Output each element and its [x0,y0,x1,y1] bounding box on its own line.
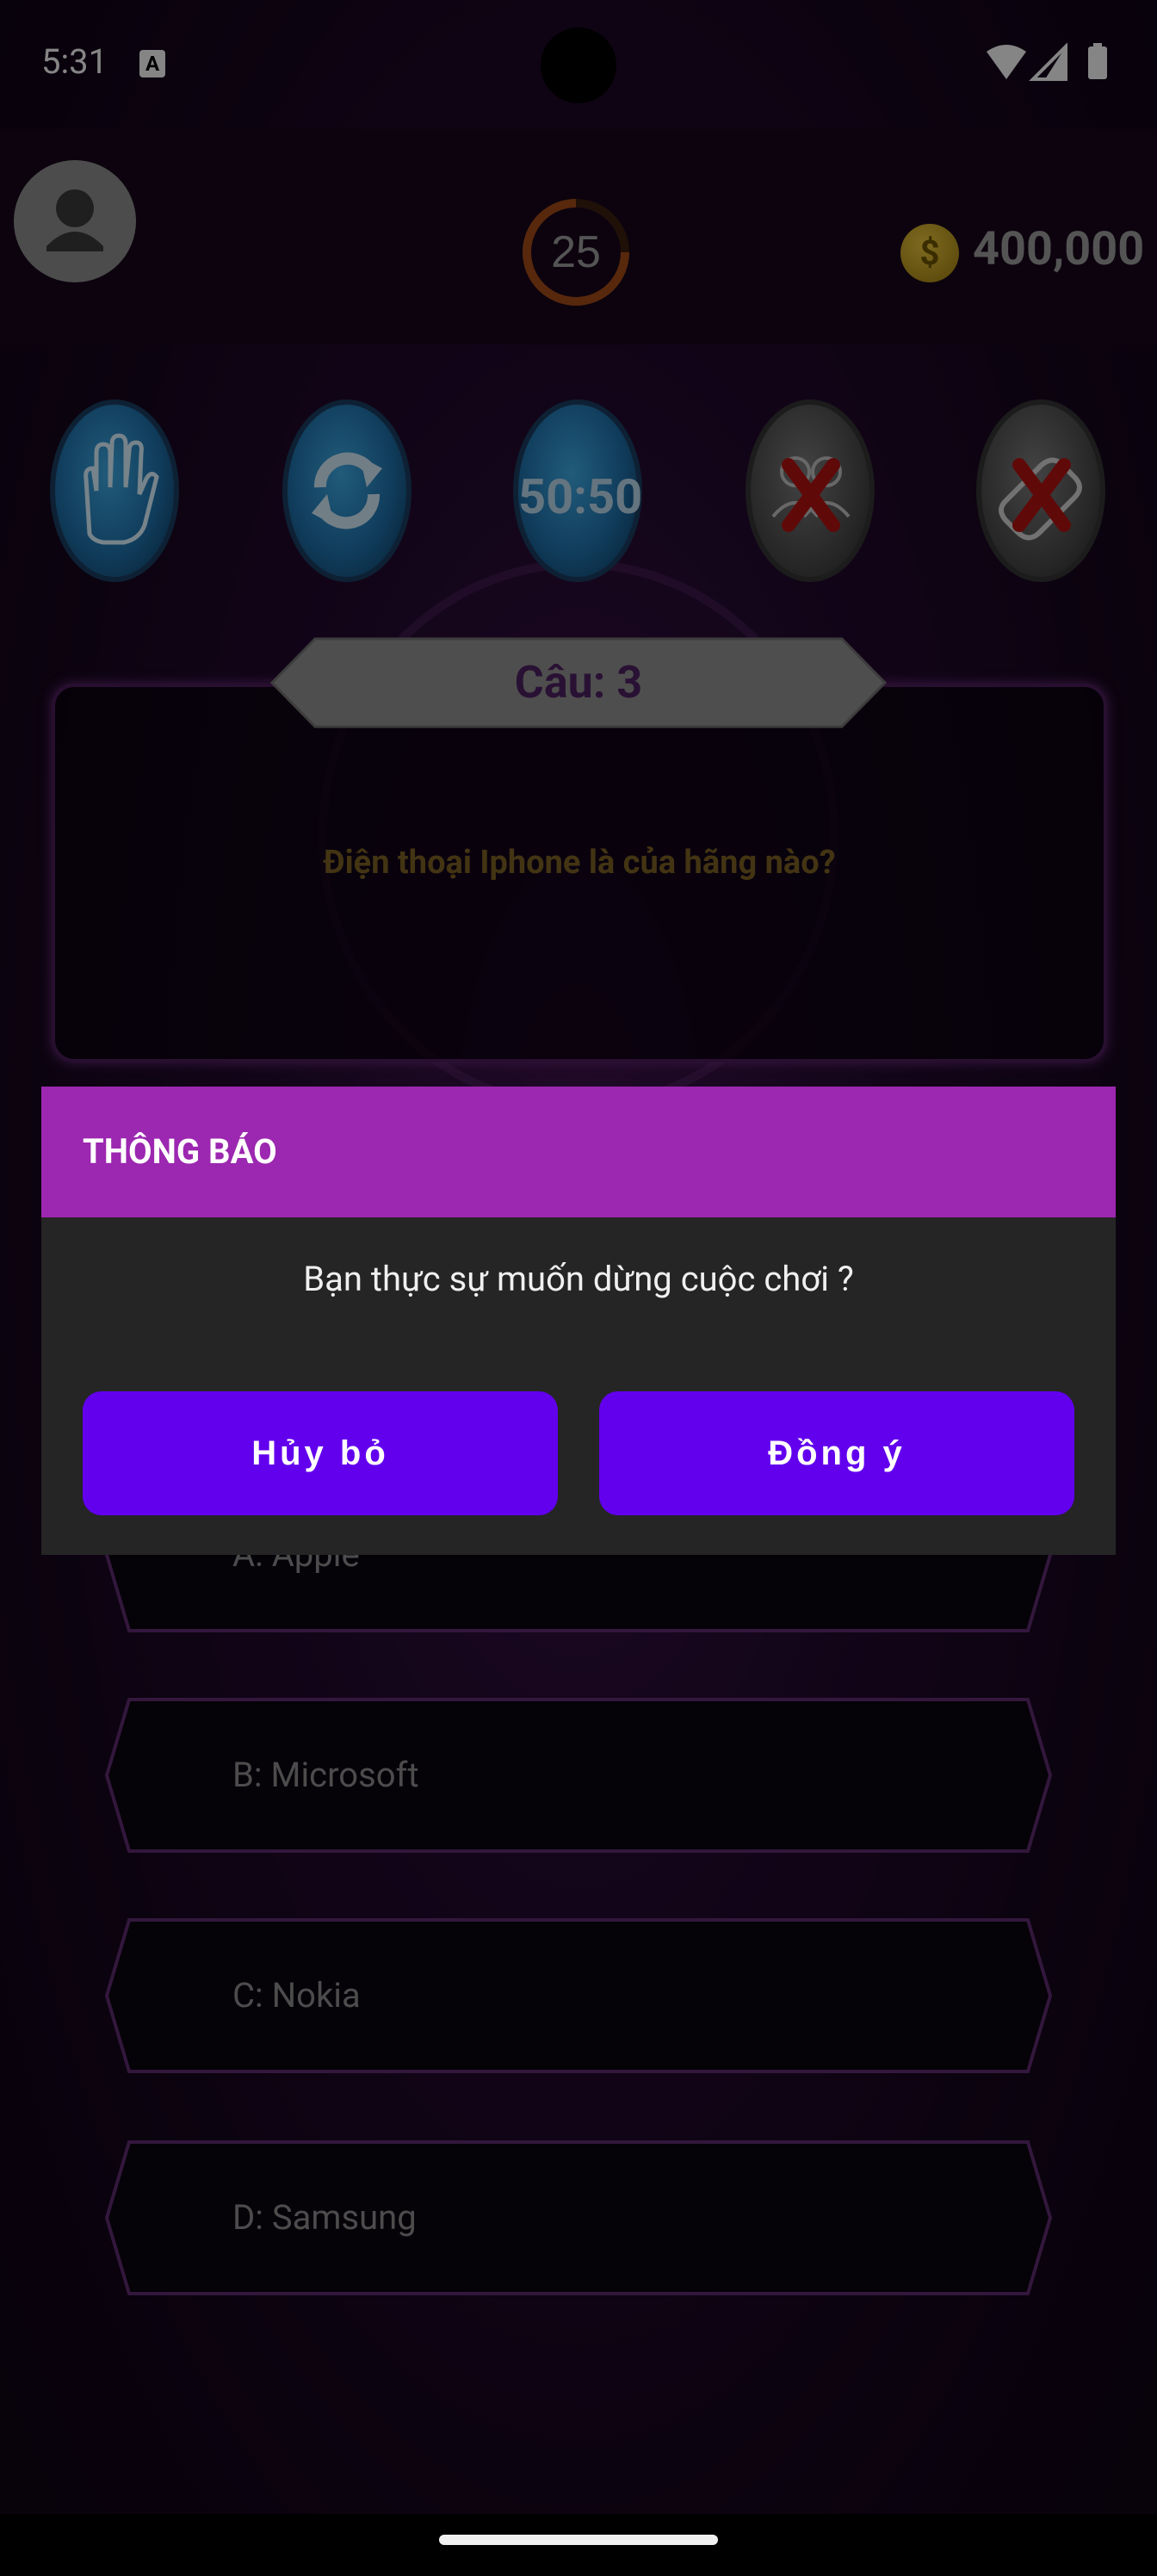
confirm-dialog: THÔNG BÁO Bạn thực sự muốn dừng cuộc chơ… [41,1087,1116,1555]
confirm-button[interactable]: Đồng ý [599,1391,1074,1515]
dialog-message: Bạn thực sự muốn dừng cuộc chơi ? [303,1259,854,1299]
dialog-header: THÔNG BÁO [41,1087,1116,1217]
cancel-button[interactable]: Hủy bỏ [83,1391,558,1515]
navigation-bar [0,2514,1157,2576]
home-gesture-handle[interactable] [439,2535,718,2545]
dialog-title: THÔNG BÁO [83,1131,277,1172]
